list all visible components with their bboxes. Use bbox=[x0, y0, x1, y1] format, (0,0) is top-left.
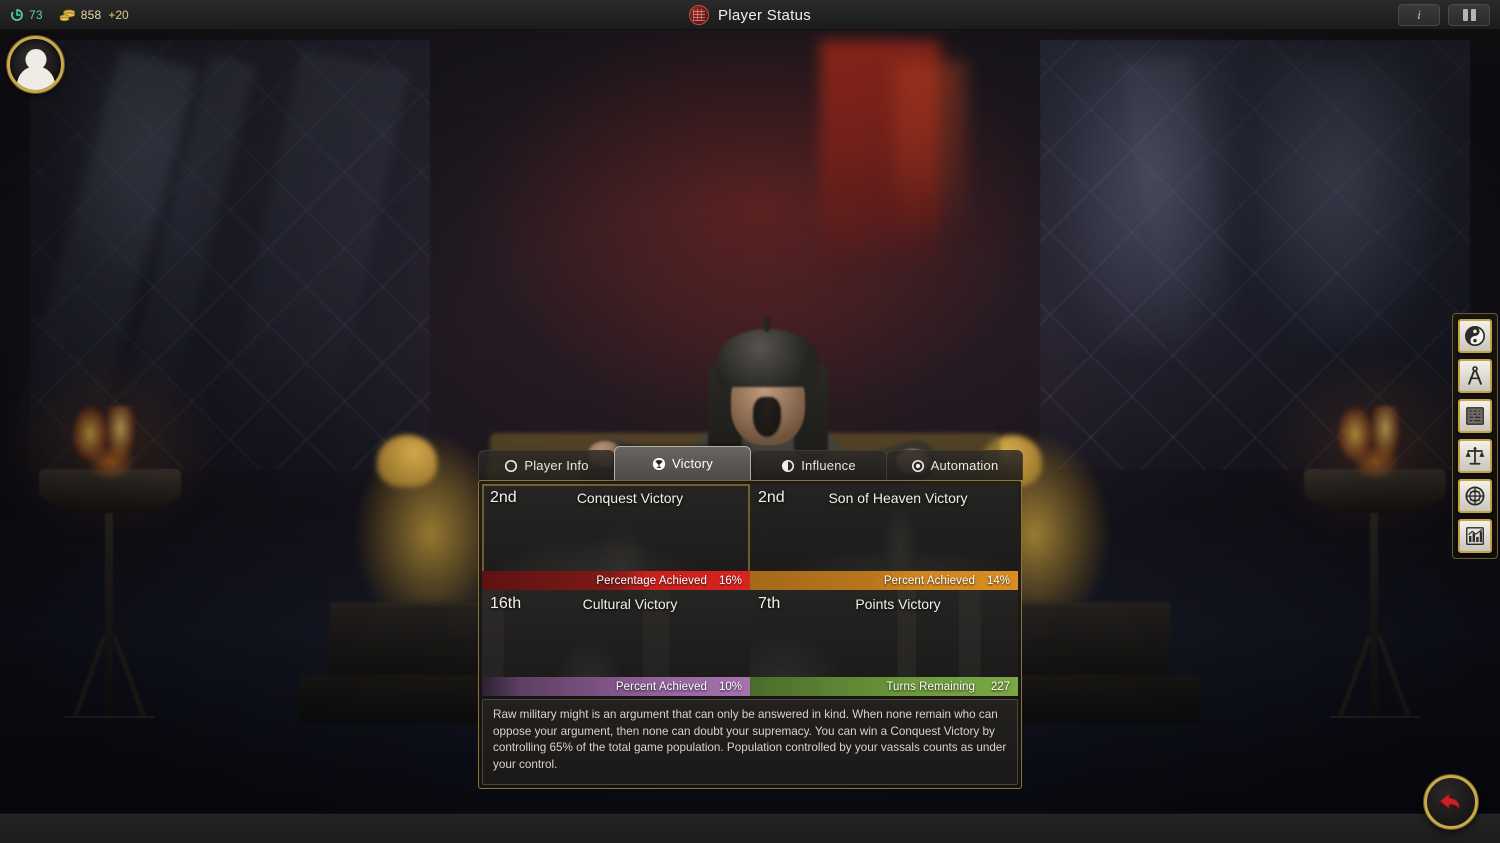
progress-value: 227 bbox=[990, 680, 1010, 693]
victory-card-grid: 2nd Conquest Victory Percentage Achieved… bbox=[482, 484, 1018, 696]
sidebar-item-statistics[interactable] bbox=[1458, 519, 1492, 553]
sidebar-item-civics[interactable] bbox=[1458, 399, 1492, 433]
page-title: Player Status bbox=[717, 6, 812, 24]
scroll-icon bbox=[1466, 407, 1484, 425]
victory-title: Cultural Victory bbox=[582, 596, 678, 612]
victory-card-points[interactable]: 7th Points Victory Turns Remaining 227 bbox=[750, 590, 1018, 696]
game-screen: 73 858 +20 Player Status i Player Info V… bbox=[0, 0, 1500, 843]
sidebar-item-laws[interactable] bbox=[1458, 439, 1492, 473]
progress-value: 14% bbox=[986, 574, 1010, 587]
half-circle-icon bbox=[782, 459, 795, 472]
pause-icon bbox=[1462, 9, 1476, 21]
brazier-right bbox=[1260, 348, 1490, 718]
tab-label: Victory bbox=[672, 456, 713, 471]
victory-progress-bar: Percentage Achieved 16% bbox=[482, 571, 750, 590]
window-title-group: Player Status bbox=[0, 0, 1500, 30]
top-bar-actions: i bbox=[1398, 4, 1490, 26]
globe-seal-icon bbox=[1465, 486, 1485, 506]
panel-tab-bar: Player Info Victory Influence Automation bbox=[478, 446, 1023, 480]
victory-title: Son of Heaven Victory bbox=[828, 490, 968, 506]
progress-label: Turns Remaining bbox=[886, 680, 975, 693]
tab-influence[interactable]: Influence bbox=[750, 450, 887, 480]
info-button[interactable]: i bbox=[1398, 4, 1440, 26]
yin-yang-icon bbox=[1465, 326, 1485, 346]
victory-title: Conquest Victory bbox=[576, 490, 684, 506]
pause-button[interactable] bbox=[1448, 4, 1490, 26]
sidebar-item-technology[interactable] bbox=[1458, 359, 1492, 393]
player-status-panel: Player Info Victory Influence Automation… bbox=[478, 446, 1023, 789]
victory-progress-bar: Percent Achieved 14% bbox=[750, 571, 1018, 590]
flame-icon bbox=[1318, 406, 1434, 486]
top-bar: 73 858 +20 Player Status i bbox=[0, 0, 1500, 30]
scales-icon bbox=[1465, 446, 1485, 465]
red-seal-icon bbox=[688, 5, 709, 25]
progress-label: Percentage Achieved bbox=[596, 574, 707, 587]
victory-card-conquest[interactable]: 2nd Conquest Victory Percentage Achieved… bbox=[482, 484, 750, 590]
turn-counter[interactable]: 73 bbox=[10, 8, 43, 22]
gold-counter[interactable]: 858 +20 bbox=[59, 8, 129, 22]
victory-card-cultural[interactable]: 16th Cultural Victory Percent Achieved 1… bbox=[482, 590, 750, 696]
progress-value: 10% bbox=[718, 680, 742, 693]
progress-label: Percent Achieved bbox=[883, 574, 975, 587]
victory-panel-body: 2nd Conquest Victory Percentage Achieved… bbox=[478, 480, 1022, 789]
info-icon: i bbox=[1417, 7, 1421, 22]
sidebar-item-religion[interactable] bbox=[1458, 319, 1492, 353]
turn-cycle-icon bbox=[11, 8, 23, 21]
sidebar-item-diplomacy[interactable] bbox=[1458, 479, 1492, 513]
victory-progress-bar: Percent Achieved 10% bbox=[482, 677, 750, 696]
bottom-bar bbox=[0, 813, 1500, 843]
player-portrait[interactable] bbox=[7, 36, 64, 93]
tab-label: Player Info bbox=[524, 458, 589, 473]
victory-card-son-of-heaven[interactable]: 2nd Son of Heaven Victory Percent Achiev… bbox=[750, 484, 1018, 590]
gold-value: 858 bbox=[80, 7, 102, 22]
progress-label: Percent Achieved bbox=[615, 680, 707, 693]
tab-victory[interactable]: Victory bbox=[614, 446, 751, 480]
back-button[interactable] bbox=[1424, 775, 1478, 829]
gold-coins-icon bbox=[59, 9, 75, 21]
circle-outline-icon bbox=[505, 459, 518, 472]
resource-group: 73 858 +20 bbox=[0, 8, 129, 22]
trophy-icon bbox=[652, 457, 666, 470]
compass-icon bbox=[1468, 366, 1482, 385]
turn-value: 73 bbox=[29, 7, 43, 22]
progress-value: 16% bbox=[718, 574, 742, 587]
gold-income: +20 bbox=[108, 7, 129, 22]
red-banner bbox=[895, 60, 965, 230]
tab-label: Automation bbox=[930, 458, 999, 473]
tab-player-info[interactable]: Player Info bbox=[478, 450, 615, 480]
victory-description: Raw military might is an argument that c… bbox=[482, 699, 1018, 785]
flame-icon bbox=[53, 406, 169, 486]
window-glow bbox=[1250, 60, 1440, 340]
back-arrow-icon bbox=[1439, 793, 1460, 810]
tab-automation[interactable]: Automation bbox=[886, 450, 1023, 480]
bar-chart-icon bbox=[1466, 527, 1484, 545]
tab-label: Influence bbox=[801, 458, 856, 473]
victory-progress-bar: Turns Remaining 227 bbox=[750, 677, 1018, 696]
brazier-left bbox=[0, 348, 225, 718]
victory-title: Points Victory bbox=[855, 596, 941, 612]
target-dot-icon bbox=[911, 459, 924, 472]
right-sidebar bbox=[1452, 313, 1498, 559]
